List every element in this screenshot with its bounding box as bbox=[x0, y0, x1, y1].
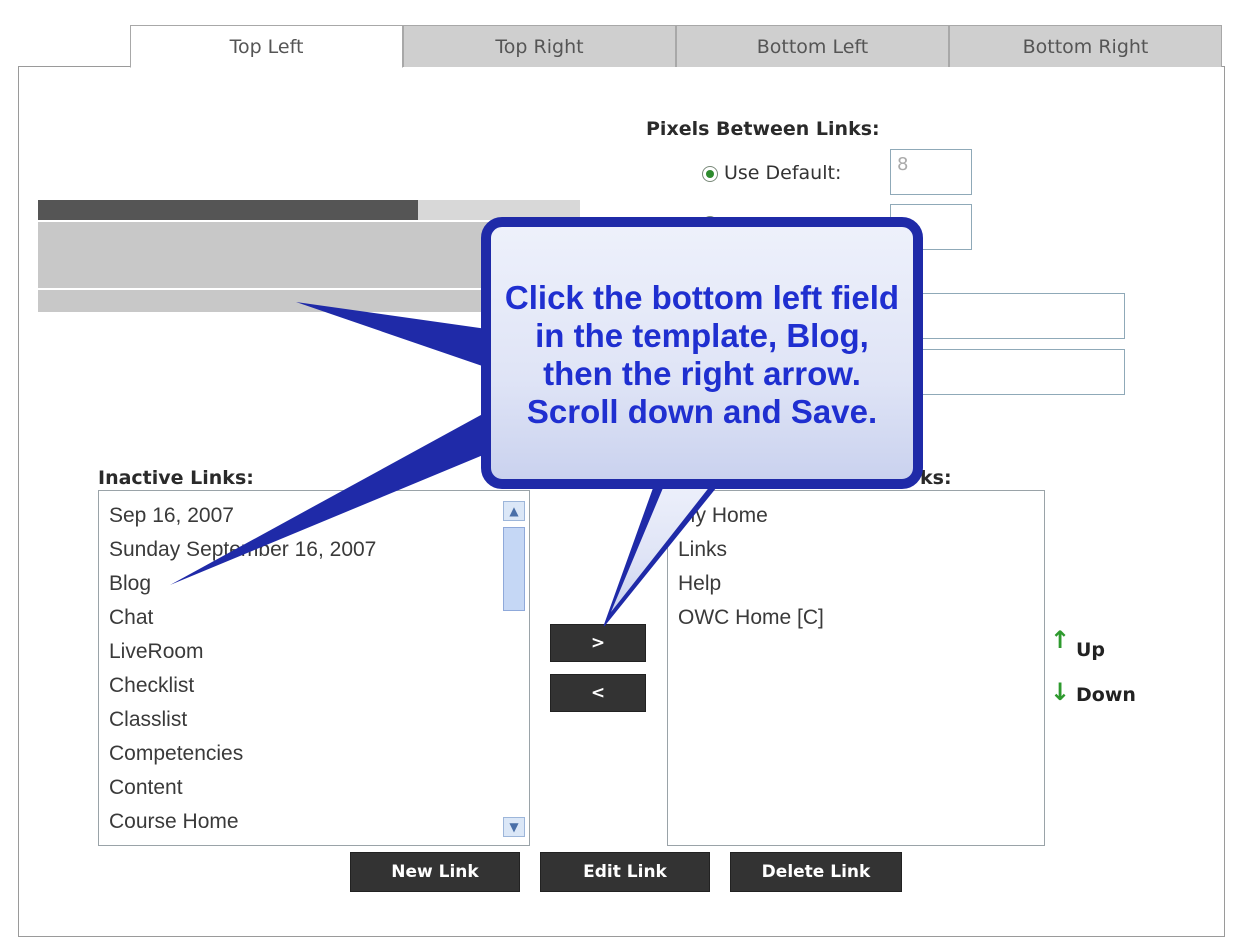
callout-text: Click the bottom left field in the templ… bbox=[504, 279, 900, 430]
tab-top-left[interactable]: Top Left bbox=[130, 25, 403, 68]
callout-pointer-blog bbox=[170, 410, 500, 585]
callout-pointer-template bbox=[296, 302, 494, 370]
